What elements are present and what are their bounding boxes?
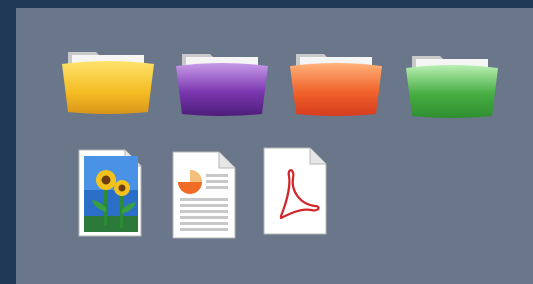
- purple-folder-icon[interactable]: [174, 48, 270, 118]
- orange-folder-icon[interactable]: [288, 48, 384, 118]
- pie-chart-document-icon[interactable]: [170, 150, 238, 242]
- acrobat-pdf-icon[interactable]: [261, 146, 329, 238]
- green-folder-icon[interactable]: [404, 50, 500, 120]
- yellow-folder-icon[interactable]: [60, 46, 156, 116]
- sunflower-image-icon[interactable]: [76, 148, 144, 240]
